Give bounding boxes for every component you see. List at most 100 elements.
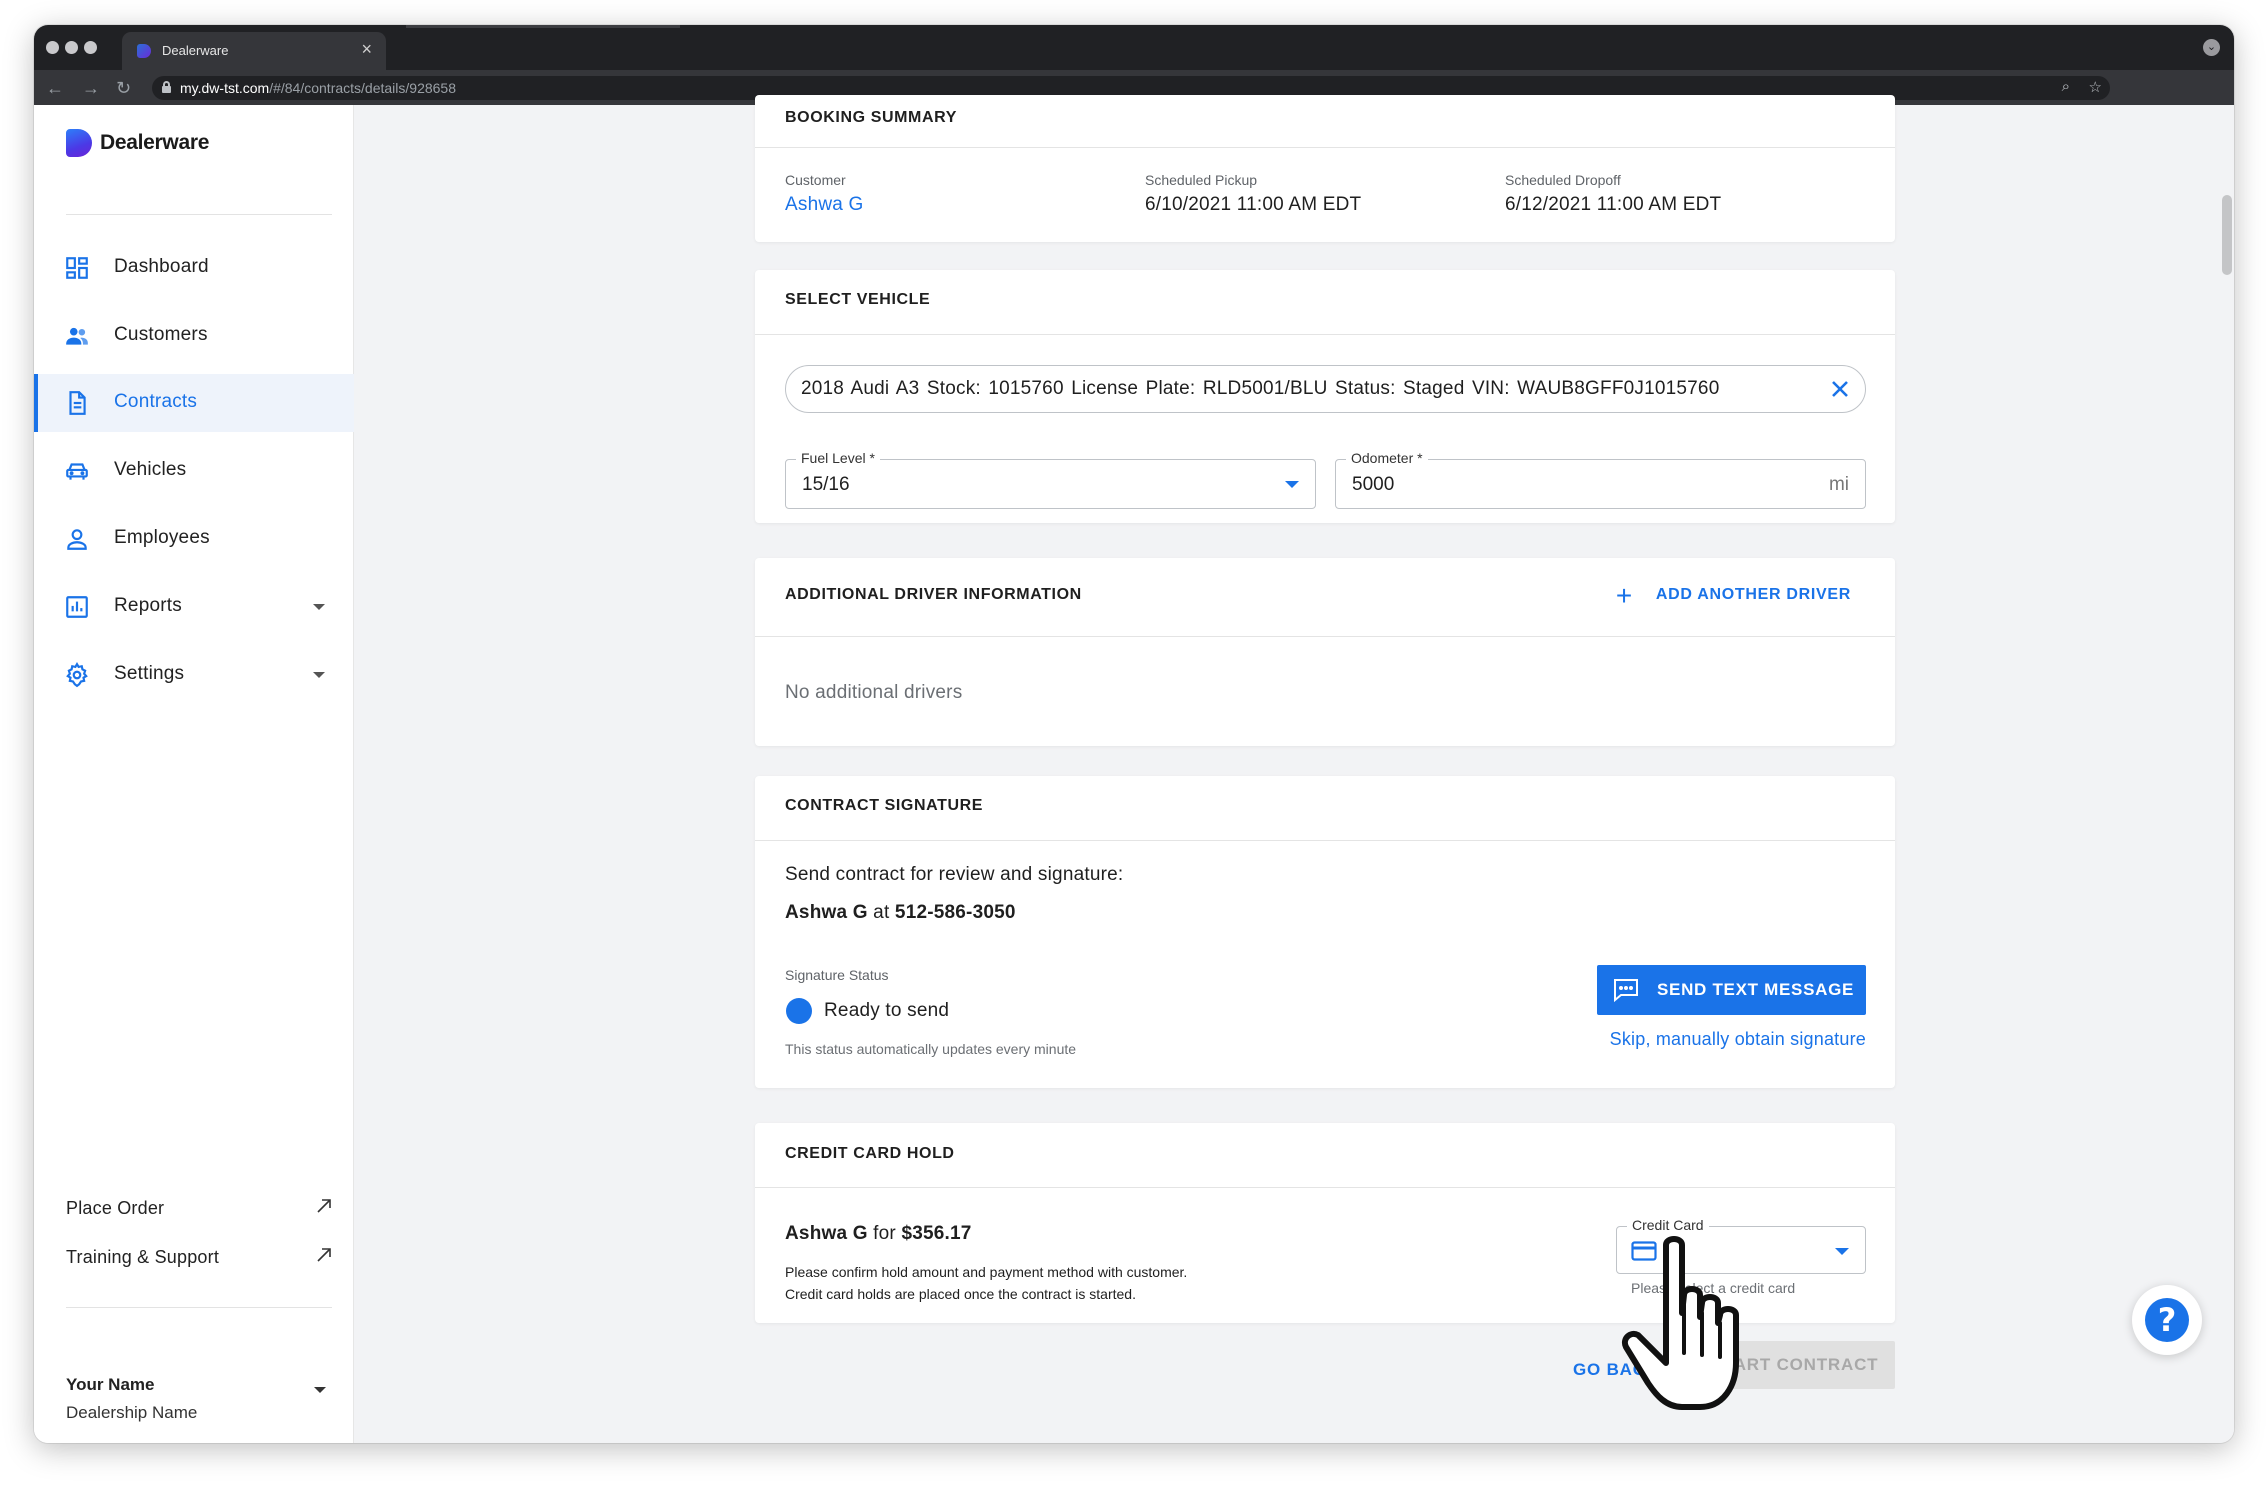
browser-window: Dealerware × ⌄ ← → ↻ my.dw-tst.com/#/84/… bbox=[34, 25, 2234, 1443]
window-menu-icon[interactable]: ⌄ bbox=[2203, 39, 2220, 56]
page-scrollbar[interactable] bbox=[2220, 105, 2234, 1443]
customers-icon bbox=[66, 327, 88, 345]
vehicle-select-input[interactable]: 2018 Audi A3 Stock: 1015760 License Plat… bbox=[785, 365, 1866, 413]
chevron-down-icon[interactable] bbox=[313, 672, 325, 678]
hold-note-line: Credit card holds are placed once the co… bbox=[785, 1286, 1136, 1302]
pickup-field: Scheduled Pickup 6/10/2021 11:00 AM EDT bbox=[1145, 172, 1361, 216]
dealerware-logo-icon bbox=[66, 129, 92, 157]
tab-title: Dealerware bbox=[162, 43, 229, 58]
hold-note-line: Please confirm hold amount and payment m… bbox=[785, 1264, 1188, 1280]
sidebar-item-label: Dashboard bbox=[114, 256, 209, 277]
vehicle-selected-value: 2018 Audi A3 Stock: 1015760 License Plat… bbox=[801, 378, 1720, 399]
bookmark-star-icon[interactable]: ☆ bbox=[2089, 78, 2102, 96]
url-text: my.dw-tst.com/#/84/contracts/details/928… bbox=[180, 80, 456, 96]
add-another-driver-label: ADD ANOTHER DRIVER bbox=[1655, 586, 1851, 603]
sidebar-item-employees[interactable]: Employees bbox=[34, 510, 354, 568]
sidebar-item-label: Customers bbox=[114, 324, 208, 345]
credit-card-label: Credit Card bbox=[1627, 1217, 1709, 1233]
forward-arrow-icon[interactable]: → bbox=[82, 78, 100, 99]
contracts-icon bbox=[69, 391, 86, 415]
main-content: BOOKING SUMMARY Customer Ashwa G Schedul… bbox=[354, 95, 2234, 1443]
odometer-label: Odometer * bbox=[1346, 450, 1428, 466]
training-support-label: Training & Support bbox=[66, 1247, 220, 1267]
training-support-link[interactable]: Training & Support bbox=[66, 1243, 334, 1273]
place-order-link[interactable]: Place Order bbox=[66, 1194, 334, 1224]
tab-close-icon[interactable]: × bbox=[361, 39, 372, 60]
user-menu[interactable]: Your Name Dealership Name bbox=[66, 1375, 334, 1423]
sidebar-item-label: Settings bbox=[114, 663, 185, 684]
place-order-label: Place Order bbox=[66, 1198, 165, 1218]
sidebar-item-vehicles[interactable]: Vehicles bbox=[34, 442, 354, 500]
skip-signature-link[interactable]: Skip, manually obtain signature bbox=[1610, 1029, 1866, 1050]
hand-pointer-cursor-icon bbox=[1622, 1236, 1739, 1410]
send-text-message-button[interactable]: SEND TEXT MESSAGE bbox=[1597, 965, 1866, 1015]
hold-for: for bbox=[867, 1223, 902, 1244]
sidebar-divider bbox=[66, 1307, 332, 1308]
recipient-name: Ashwa G bbox=[785, 902, 868, 923]
select-vehicle-title: SELECT VEHICLE bbox=[785, 291, 931, 308]
tab-strip-highlight bbox=[406, 25, 680, 28]
add-another-driver-button[interactable]: + ADD ANOTHER DRIVER bbox=[1616, 582, 1851, 610]
sidebar-item-label: Reports bbox=[114, 595, 182, 616]
back-arrow-icon[interactable]: ← bbox=[46, 78, 64, 99]
status-dot-icon bbox=[786, 998, 812, 1024]
app-root: Dealerware Dashboard Customers Contracts bbox=[34, 95, 2234, 1443]
odometer-value: 5000 bbox=[1352, 474, 1395, 495]
user-name: Your Name bbox=[66, 1375, 155, 1394]
pickup-label: Scheduled Pickup bbox=[1145, 172, 1258, 188]
sidebar-item-label: Vehicles bbox=[114, 459, 187, 480]
hold-note: Please confirm hold amount and payment m… bbox=[785, 1261, 1187, 1305]
signature-status-label: Signature Status bbox=[785, 967, 889, 983]
zoom-icon[interactable]: ⌕ bbox=[2062, 78, 2070, 95]
hold-amount: $356.17 bbox=[901, 1223, 972, 1244]
credit-card-hold-title: CREDIT CARD HOLD bbox=[785, 1145, 955, 1162]
chevron-down-icon[interactable] bbox=[314, 1387, 326, 1393]
sidebar-item-reports[interactable]: Reports bbox=[34, 578, 354, 636]
card-divider bbox=[755, 147, 1895, 148]
sidebar-item-contracts[interactable]: Contracts bbox=[34, 374, 354, 432]
vehicle-icon bbox=[66, 463, 88, 480]
booking-summary-title: BOOKING SUMMARY bbox=[785, 109, 957, 126]
fuel-level-select[interactable]: Fuel Level * 15/16 bbox=[785, 450, 1316, 509]
reload-icon[interactable]: ↻ bbox=[116, 78, 131, 99]
odometer-input[interactable]: Odometer * 5000 mi bbox=[1335, 450, 1866, 509]
browser-tab-strip: Dealerware × ⌄ bbox=[34, 25, 2234, 70]
dashboard-icon bbox=[66, 257, 88, 279]
scrollbar-thumb[interactable] bbox=[2222, 195, 2232, 275]
customer-link[interactable]: Ashwa G bbox=[785, 194, 864, 216]
sidebar-divider bbox=[66, 214, 332, 215]
zoom-window-dot[interactable] bbox=[84, 41, 97, 54]
employee-icon bbox=[67, 529, 87, 550]
contract-signature-card: CONTRACT SIGNATURE Send contract for rev… bbox=[755, 776, 1895, 1088]
message-icon bbox=[1614, 979, 1638, 1002]
no-drivers-text: No additional drivers bbox=[785, 682, 963, 703]
send-text-message-label: SEND TEXT MESSAGE bbox=[1657, 980, 1855, 999]
sidebar-item-label: Contracts bbox=[114, 391, 198, 412]
select-vehicle-card: SELECT VEHICLE 2018 Audi A3 Stock: 10157… bbox=[755, 270, 1895, 523]
clear-icon[interactable] bbox=[1829, 378, 1851, 400]
chevron-down-icon bbox=[1835, 1248, 1849, 1255]
signature-status-value: Ready to send bbox=[824, 1000, 950, 1021]
sidebar-item-settings[interactable]: Settings bbox=[34, 646, 354, 704]
booking-summary-card: BOOKING SUMMARY Customer Ashwa G Schedul… bbox=[755, 95, 1895, 242]
additional-drivers-card: ADDITIONAL DRIVER INFORMATION + ADD ANOT… bbox=[755, 558, 1895, 746]
odometer-unit: mi bbox=[1828, 474, 1849, 495]
help-button[interactable]: ? bbox=[2132, 1285, 2202, 1355]
hold-customer: Ashwa G bbox=[785, 1223, 868, 1244]
customer-label: Customer bbox=[785, 172, 846, 188]
minimize-window-dot[interactable] bbox=[65, 41, 78, 54]
sidebar-item-customers[interactable]: Customers bbox=[34, 307, 354, 365]
external-arrow-icon bbox=[317, 1248, 331, 1262]
chevron-down-icon[interactable] bbox=[313, 604, 325, 610]
sidebar: Dealerware Dashboard Customers Contracts bbox=[34, 105, 354, 1443]
recipient-at: at bbox=[867, 902, 895, 923]
signature-status-note: This status automatically updates every … bbox=[785, 1041, 1077, 1057]
browser-tab[interactable]: Dealerware × bbox=[122, 32, 386, 70]
signature-recipient: Ashwa G at 512-586-3050 bbox=[785, 902, 1016, 924]
sidebar-item-dashboard[interactable]: Dashboard bbox=[34, 239, 354, 297]
card-divider bbox=[755, 1187, 1895, 1188]
dealership-name: Dealership Name bbox=[66, 1403, 198, 1422]
contract-signature-title: CONTRACT SIGNATURE bbox=[785, 797, 984, 814]
brand-name: Dealerware bbox=[100, 131, 210, 154]
close-window-dot[interactable] bbox=[46, 41, 59, 54]
